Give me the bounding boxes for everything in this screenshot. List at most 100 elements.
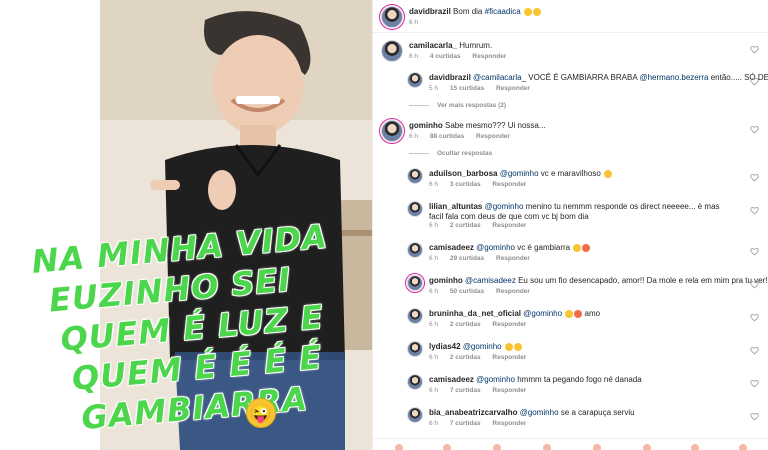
reply-button[interactable]: Responder	[496, 255, 530, 262]
reply-item: aduilson_barbosa @gominho vc e maravilho…	[373, 166, 768, 192]
comment-mention[interactable]: @camisadeez	[465, 276, 516, 285]
comment-time: 6 h	[429, 222, 439, 229]
commenter-username[interactable]: lilian_altuntas	[429, 202, 482, 211]
emoji-partial-icon	[739, 444, 747, 450]
laughing-emoji	[565, 309, 574, 318]
heart-outline-icon[interactable]	[750, 313, 759, 322]
heart-outline-icon[interactable]	[750, 45, 759, 54]
commenter-avatar[interactable]	[381, 120, 403, 142]
heart-outline-icon[interactable]	[750, 379, 759, 388]
reply-button[interactable]: Responder	[476, 133, 510, 140]
reply-button[interactable]: Responder	[492, 354, 526, 361]
comment-time: 6 h	[429, 181, 439, 188]
comment-mention[interactable]: @gominho	[500, 169, 539, 178]
grin-emoji	[532, 7, 541, 16]
post-author-avatar[interactable]	[381, 6, 403, 28]
heart-outline-icon[interactable]	[750, 412, 759, 421]
comment-text: se a carapuça serviu	[560, 408, 635, 417]
comment-likes[interactable]: 2 curtidas	[450, 354, 481, 361]
heart-outline-icon[interactable]	[750, 77, 759, 86]
sweat-smile-emoji	[523, 7, 532, 16]
reply-button[interactable]: Responder	[496, 288, 530, 295]
emoji-partial-icon	[395, 444, 403, 450]
commenter-avatar[interactable]	[407, 374, 423, 390]
tongue-emoji	[574, 309, 583, 318]
commenter-username[interactable]: bruninha_da_net_oficial	[429, 309, 521, 318]
comment-likes[interactable]: 7 curtidas	[450, 420, 481, 427]
comment-item: camilacarla_ Humrum. 6 h 4 curtidas Resp…	[373, 38, 768, 64]
reply-item: bruninha_da_net_oficial @gominho amo 6 h…	[373, 306, 768, 332]
heart-outline-icon[interactable]	[750, 280, 759, 289]
heart-outline-icon[interactable]	[750, 247, 759, 256]
comment-likes[interactable]: 15 curtidas	[450, 85, 484, 92]
commenter-username[interactable]: camisadeez	[429, 243, 474, 252]
reply-item: lydias42 @gominho 6 h 2 curtidas Respond…	[373, 339, 768, 365]
commenter-username[interactable]: lydias42	[429, 342, 461, 351]
comment-mention[interactable]: @gominho	[523, 309, 562, 318]
comment-mention[interactable]: @gominho	[476, 243, 515, 252]
comment-likes[interactable]: 7 curtidas	[450, 387, 481, 394]
smiling-emoji-2	[513, 342, 522, 351]
comment-time: 6 h	[429, 255, 439, 262]
commenter-avatar[interactable]	[407, 407, 423, 423]
comment-mention[interactable]: @camilacarla_	[473, 73, 526, 82]
reply-item: camisadeez @gominho hmmm ta pegando fogo…	[373, 372, 768, 398]
hide-replies-link[interactable]: Ocultar respostas	[409, 150, 492, 157]
reply-button[interactable]: Responder	[472, 53, 506, 60]
emoji-partial-icon	[643, 444, 651, 450]
reply-button[interactable]: Responder	[492, 222, 526, 229]
post-caption-row: davidbrazil Bom dia #ficaadica 6 h	[373, 0, 768, 33]
reply-button[interactable]: Responder	[492, 387, 526, 394]
emoji-partial-icon	[443, 444, 451, 450]
heart-outline-icon[interactable]	[750, 346, 759, 355]
commenter-username[interactable]: gominho	[429, 276, 463, 285]
reply-button[interactable]: Responder	[492, 420, 526, 427]
heart-outline-icon[interactable]	[750, 206, 759, 215]
commenter-avatar[interactable]	[407, 242, 423, 258]
commenter-avatar[interactable]	[407, 72, 423, 88]
comment-mention[interactable]: @gominho	[476, 375, 515, 384]
reply-item: gominho @camisadeez Eu sou um fio desenc…	[373, 273, 768, 299]
commenter-username[interactable]: davidbrazil	[429, 73, 471, 82]
comment-likes[interactable]: 88 curtidas	[430, 133, 464, 140]
comment-likes[interactable]: 2 curtidas	[450, 222, 481, 229]
comment-mention[interactable]: @gominho	[485, 202, 524, 211]
post-photo: NA MINHA VIDA EUZINHO SEI QUEM É LUZ E Q…	[0, 0, 372, 450]
emoji-partial-icon	[493, 444, 501, 450]
commenter-avatar[interactable]	[407, 168, 423, 184]
commenter-avatar[interactable]	[407, 201, 423, 217]
view-more-replies-link[interactable]: Ver mais respostas (2)	[409, 102, 506, 109]
comment-likes[interactable]: 29 curtidas	[450, 255, 484, 262]
comment-likes[interactable]: 2 curtidas	[450, 321, 481, 328]
commenter-username[interactable]: gominho	[409, 121, 443, 130]
comment-mention-2[interactable]: @hermano.bezerra	[639, 73, 708, 82]
reply-item: lilian_altuntas @gominho menino tu nemmm…	[373, 199, 768, 233]
post-hashtag[interactable]: #ficaadica	[485, 7, 521, 16]
commenter-avatar[interactable]	[381, 40, 403, 62]
commenter-avatar[interactable]	[407, 308, 423, 324]
heart-outline-icon[interactable]	[750, 173, 759, 182]
reply-button[interactable]: Responder	[496, 85, 530, 92]
comment-text-2: então..... SÓ DEUS	[710, 73, 768, 82]
commenter-avatar[interactable]	[407, 341, 423, 357]
comment-likes[interactable]: 3 curtidas	[450, 181, 481, 188]
post-author-username[interactable]: davidbrazil	[409, 7, 451, 16]
comment-mention[interactable]: @gominho	[520, 408, 559, 417]
comment-likes[interactable]: 4 curtidas	[430, 53, 461, 60]
commenter-username[interactable]: aduilson_barbosa	[429, 169, 497, 178]
comment-time: 6 h	[409, 133, 419, 140]
commenter-avatar[interactable]	[407, 275, 423, 291]
comment-likes[interactable]: 50 curtidas	[450, 288, 484, 295]
overlay-caption: NA MINHA VIDA EUZINHO SEI QUEM É LUZ E Q…	[30, 214, 366, 441]
commenter-username[interactable]: camilacarla_	[409, 41, 457, 50]
reply-button[interactable]: Responder	[492, 321, 526, 328]
laughing-emoji	[573, 243, 582, 252]
commenter-username[interactable]: camisadeez	[429, 375, 474, 384]
post-caption: Bom dia	[453, 7, 483, 16]
post-time: 6 h	[409, 19, 419, 26]
comment-time: 6 h	[429, 387, 439, 394]
commenter-username[interactable]: bia_anabeatrizcarvalho	[429, 408, 517, 417]
heart-outline-icon[interactable]	[750, 125, 759, 134]
reply-button[interactable]: Responder	[492, 181, 526, 188]
comment-mention[interactable]: @gominho	[463, 342, 502, 351]
